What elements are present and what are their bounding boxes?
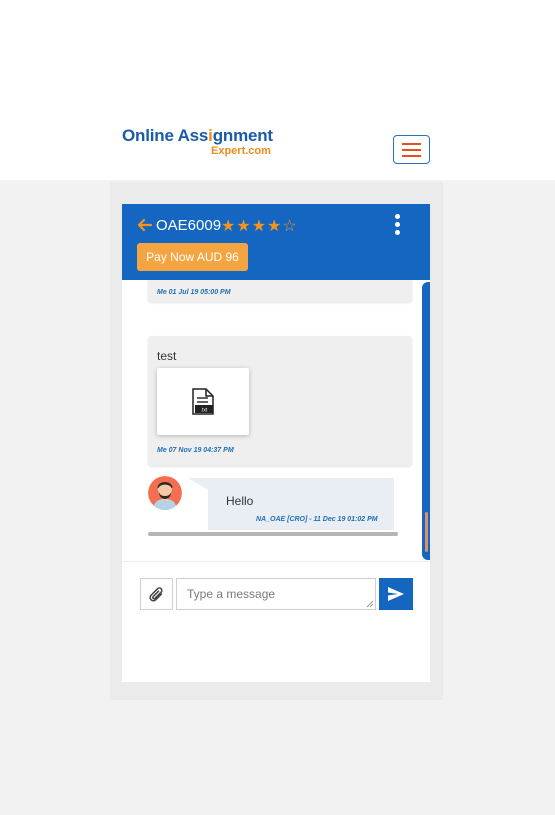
chat-header: OAE6009 ★★★★☆ Pay Now AUD 96 (122, 204, 430, 280)
message-bubble-outgoing: Me 01 Jul 19 05:00 PM (148, 280, 412, 302)
send-icon (388, 587, 404, 601)
divider (122, 561, 430, 562)
paperclip-icon (149, 587, 163, 602)
logo-subtitle: Expert.com (211, 145, 271, 157)
send-button[interactable] (379, 578, 413, 610)
avatar (148, 476, 182, 510)
attachment-label: .txt (201, 408, 208, 414)
order-id: OAE6009 (156, 217, 222, 234)
message-text: test (157, 349, 177, 363)
back-arrow-icon[interactable] (136, 217, 152, 233)
message-list[interactable]: Me 01 Jul 19 05:00 PM test .txt Me 07 No… (122, 280, 430, 561)
more-options-icon[interactable] (392, 213, 404, 237)
message-bubble-incoming: Hello NA_OAE [CRO] - 11 Dec 19 01:02 PM (208, 478, 394, 530)
message-meta: NA_OAE [CRO] - 11 Dec 19 01:02 PM (256, 516, 378, 523)
message-input[interactable] (176, 578, 376, 610)
chat-window: OAE6009 ★★★★☆ Pay Now AUD 96 Me 01 Jul 1… (122, 204, 430, 682)
menu-button[interactable] (393, 135, 430, 164)
message-meta: Me 01 Jul 19 05:00 PM (157, 289, 231, 296)
horizontal-scrollbar[interactable] (148, 532, 398, 536)
pay-now-button[interactable]: Pay Now AUD 96 (137, 243, 248, 271)
message-text: Hello (226, 494, 254, 508)
hamburger-icon (402, 143, 421, 145)
site-logo[interactable]: Online Assignment Expert.com (122, 124, 273, 160)
attachment-thumbnail[interactable]: .txt (157, 368, 249, 435)
message-meta: Me 07 Nov 19 04:37 PM (157, 447, 234, 454)
rating-stars: ★★★★☆ (221, 218, 298, 235)
scrollbar-thumb[interactable] (425, 512, 428, 552)
document-icon: .txt (192, 388, 214, 415)
site-header: Online Assignment Expert.com (0, 0, 555, 180)
attach-file-button[interactable] (140, 578, 173, 610)
logo-wordmark: Online Assignment (122, 126, 273, 145)
resize-grip-icon[interactable] (366, 600, 374, 608)
message-bubble-outgoing: test .txt Me 07 Nov 19 04:37 PM (148, 336, 412, 466)
